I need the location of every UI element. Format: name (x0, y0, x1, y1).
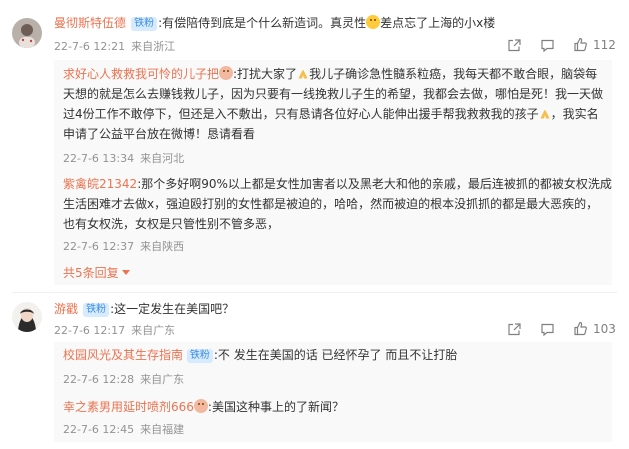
reply-item: 求好心人救救我可怜的儿子把 :打扰大家了 我儿子确诊急性髓系粒癌，我每天都不敢合眼，… (63, 64, 608, 144)
comment-icon[interactable] (540, 38, 555, 53)
reply-text: 天想的就是怎么去赚钱救儿子，因为只要有一线挽救儿子生的希望，我都会去做，哪怕是死… (63, 87, 604, 101)
reply-item: 校园风光及其生存指南 铁粉:不 发生在美国的话 已经怀孕了 而且不让打胎 (63, 345, 457, 365)
reply-location: 来自河北 (140, 152, 185, 165)
reply-text: :打扰大家了 (233, 67, 298, 81)
reply-username[interactable]: 求好心人救救我可怜的儿子把 (63, 67, 219, 81)
reply-date: 22-7-6 13:34 (63, 152, 135, 165)
comment-date: 22-7-6 12:21 (54, 40, 126, 53)
like-icon[interactable] (573, 37, 588, 52)
reply-location: 来自福建 (140, 423, 185, 436)
reply-date: 22-7-6 12:28 (63, 373, 135, 386)
reply-meta: 22-7-6 12:28 来自广东 (63, 371, 184, 387)
avatar[interactable] (12, 18, 42, 48)
fan-badge[interactable]: 铁粉 (186, 349, 213, 363)
comment-icon[interactable] (540, 322, 555, 337)
comment-location: 来自浙江 (131, 40, 176, 53)
share-icon[interactable] (507, 322, 522, 337)
reply-meta: 22-7-6 12:45 来自福建 (63, 421, 184, 437)
reply-text: 也有女权洗，女权是只管性别不管多恶， (63, 217, 280, 231)
reply-meta: 22-7-6 13:34 来自河北 (63, 150, 184, 166)
reply-text: :不 发生在美国的话 已经怀孕了 而且不让打胎 (213, 348, 458, 362)
fan-badge[interactable]: 铁粉 (131, 17, 158, 31)
reply-username[interactable]: 紫禽皖21342 (63, 177, 137, 191)
more-replies-link[interactable]: 共5条回复 (63, 264, 131, 281)
username[interactable]: 游戳 (54, 302, 78, 316)
reply-text: :那个多好啊90%以上都是女性加害者以及黑老大和他的亲戚，最后连被抓的都被女权洗… (137, 177, 612, 191)
fan-badge[interactable]: 铁粉 (83, 303, 110, 317)
emoji-icon (219, 66, 234, 80)
reply-item: 幸之素男用延时喷剂666 :美国这种事上的了新闻？ (63, 397, 344, 417)
comment-text: :有偿陪侍到底是个什么新造词。真灵性 (158, 16, 367, 30)
reply-location: 来自陕西 (140, 240, 185, 253)
reply-username[interactable]: 幸之素男用延时喷剂666 (63, 400, 194, 414)
reply-username[interactable]: 校园风光及其生存指南 (63, 348, 183, 362)
comment-meta: 22-7-6 12:21 来自浙江 (54, 38, 175, 54)
reply-text: 我儿子确诊急性髓系粒癌，我每天都不敢合眼，脑袋每 (309, 67, 598, 81)
expand-chevron-icon[interactable] (122, 265, 131, 279)
comment-date: 22-7-6 12:17 (54, 324, 126, 337)
reply-text: ，我实名 (550, 107, 599, 121)
like-count: 112 (593, 38, 616, 52)
reply-text: 过4份工作不敢停下，但还是入不敷出，只有恳请各位好心人能伸出援手帮我救救我的孩子 (63, 107, 539, 121)
emoji-icon (193, 399, 208, 413)
like-count: 103 (593, 322, 616, 336)
avatar[interactable] (12, 302, 42, 332)
reply-date: 22-7-6 12:45 (63, 423, 135, 436)
smirk-emoji-icon (366, 15, 381, 29)
pray-emoji-icon (539, 108, 551, 120)
reply-text: 生活困难才去做x，强迫殴打别的女性都是被迫的，哈哈，然而被迫的根本没抓抓的都是最… (63, 197, 599, 211)
comment-text: :这一定发生在美国吧？ (110, 302, 235, 316)
like-icon[interactable] (573, 321, 588, 336)
more-replies-label[interactable]: 共5条回复 (63, 266, 119, 280)
comment-location: 来自广东 (131, 324, 176, 337)
reply-item: 紫禽皖21342:那个多好啊90%以上都是女性加害者以及黑老大和他的亲戚，最后连… (63, 174, 612, 234)
share-icon[interactable] (507, 38, 522, 53)
comment-text-tail: 差点忘了上海的小x楼 (380, 16, 496, 30)
reply-text: :美国这种事上的了新闻？ (207, 400, 344, 414)
username[interactable]: 曼彻斯特伍德 (54, 16, 126, 30)
reply-date: 22-7-6 12:37 (63, 240, 135, 253)
reply-location: 来自广东 (140, 373, 185, 386)
pray-emoji-icon (297, 68, 309, 80)
reply-text: 申请了公益平台放在微博！恳请看看 (63, 127, 256, 141)
comment-meta: 22-7-6 12:17 来自广东 (54, 322, 175, 338)
reply-meta: 22-7-6 12:37 来自陕西 (63, 238, 184, 254)
divider (12, 292, 617, 293)
